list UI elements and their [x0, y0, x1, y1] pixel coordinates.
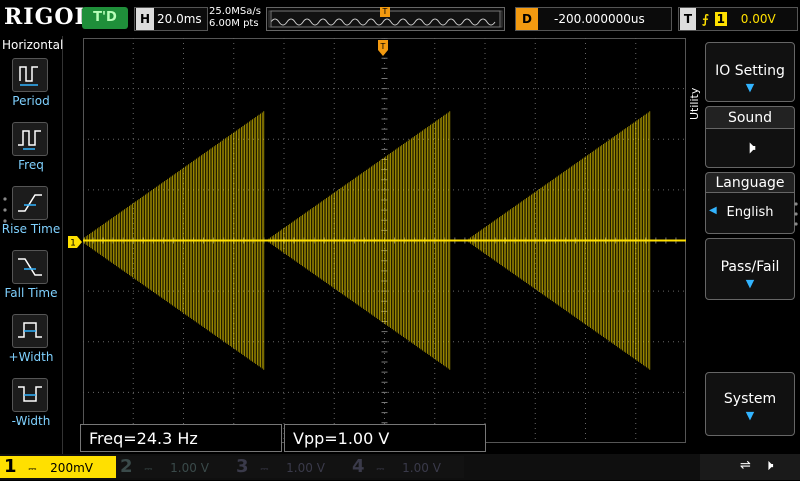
sample-rate: 25.0MSa/s: [209, 6, 261, 17]
fall-time-icon: [12, 250, 48, 284]
channel-1-number: 1: [4, 456, 17, 477]
speaker-icon: 🕨: [744, 137, 756, 158]
left-page-dots: [3, 195, 7, 235]
rise-time-label: Rise Time: [1, 222, 61, 236]
menu-title: Utility: [688, 87, 701, 120]
dc-coupling-icon: ⎓: [376, 464, 385, 475]
dc-coupling-icon: ⎓: [28, 464, 37, 475]
timebase-box[interactable]: H 20.0ms: [134, 7, 208, 31]
language-value: English: [726, 205, 774, 220]
svg-text:1: 1: [70, 239, 76, 249]
right-page-dots: [794, 200, 798, 230]
chevron-down-icon: ▼: [745, 277, 755, 290]
measure-period-button[interactable]: Period: [0, 58, 62, 122]
channel-4-status[interactable]: 4 ⎓ 1.00 V: [348, 456, 464, 478]
ch1-offset-marker[interactable]: 1: [68, 233, 82, 249]
freq-label: Freq: [18, 158, 44, 172]
freq-icon: [12, 122, 48, 156]
trigger-level: 0.00V: [740, 12, 776, 26]
delay-value: -200.000000us: [554, 12, 645, 26]
speaker-icon: 🕨: [764, 456, 774, 474]
channel-3-status[interactable]: 3 ⎓ 1.00 V: [232, 456, 348, 478]
run-state-badge[interactable]: T'D: [82, 7, 128, 29]
pass-fail-button[interactable]: Pass/Fail ▼: [705, 238, 795, 300]
channel-1-status[interactable]: 1 ⎓ 200mV: [0, 456, 116, 478]
measure-fall-time-button[interactable]: Fall Time: [0, 250, 62, 314]
trigger-box[interactable]: T ⨍ 1 0.00V: [678, 7, 798, 31]
neg-width-label: -Width: [11, 414, 51, 428]
channel-2-status[interactable]: 2 ⎓ 1.00 V: [116, 456, 232, 478]
period-label: Period: [12, 94, 50, 108]
sound-header: Sound: [705, 106, 795, 129]
channel-4-number: 4: [352, 456, 365, 477]
usb-icon: ⇌: [740, 458, 751, 473]
svg-text:T: T: [380, 42, 386, 51]
measure-pos-width-button[interactable]: +Width: [0, 314, 62, 378]
dc-coupling-icon: ⎓: [260, 464, 269, 475]
waveform-grid[interactable]: [83, 38, 686, 443]
fall-time-label: Fall Time: [4, 286, 58, 300]
chevron-left-icon: ◀: [709, 205, 717, 216]
channel-2-scale: 1.00 V: [170, 461, 209, 475]
trigger-source: 1: [714, 12, 727, 26]
pos-width-icon: [12, 314, 48, 348]
freq-measurement[interactable]: Freq=24.3 Hz: [80, 424, 282, 452]
measure-rise-time-button[interactable]: Rise Time: [0, 186, 62, 250]
trigger-position-marker[interactable]: T: [378, 40, 388, 56]
system-tray: ⇌ 🕨: [700, 454, 800, 480]
horizontal-prefix: H: [136, 8, 154, 30]
io-setting-label: IO Setting: [715, 63, 785, 79]
ch1-waveform: [83, 111, 686, 370]
vpp-measurement[interactable]: Vpp=1.00 V: [284, 424, 486, 452]
memory-depth: 6.00M pts: [209, 18, 259, 29]
pos-width-label: +Width: [8, 350, 54, 364]
period-icon: [12, 58, 48, 92]
channel-3-number: 3: [236, 456, 249, 477]
language-header: Language: [705, 172, 795, 193]
channel-3-scale: 1.00 V: [286, 461, 325, 475]
chevron-down-icon: ▼: [745, 81, 755, 94]
memory-overview-bar[interactable]: T: [266, 7, 505, 31]
rising-edge-icon: ⨍: [702, 12, 709, 26]
io-setting-button[interactable]: IO Setting ▼: [705, 42, 795, 102]
delay-prefix: D: [516, 8, 538, 30]
brand-logo: RIGOL: [4, 4, 91, 30]
left-panel-title: Horizontal: [2, 38, 64, 52]
channel-4-scale: 1.00 V: [402, 461, 441, 475]
channel-2-number: 2: [120, 456, 133, 477]
neg-width-icon: [12, 378, 48, 412]
acquisition-info: 25.0MSa/s 6.00M pts: [209, 6, 261, 30]
chevron-down-icon: ▼: [745, 409, 755, 422]
channel-1-scale: 200mV: [50, 461, 93, 475]
rise-time-icon: [12, 186, 48, 220]
language-selector[interactable]: ◀ English: [705, 192, 795, 234]
measure-freq-button[interactable]: Freq: [0, 122, 62, 186]
trigger-prefix: T: [680, 8, 696, 30]
delay-box[interactable]: D -200.000000us: [515, 7, 672, 31]
measure-neg-width-button[interactable]: -Width: [0, 378, 62, 442]
pass-fail-label: Pass/Fail: [720, 259, 780, 275]
sound-toggle[interactable]: 🕨: [705, 128, 795, 168]
timebase-value: 20.0ms: [157, 12, 202, 26]
system-button[interactable]: System ▼: [705, 372, 795, 436]
system-label: System: [723, 391, 777, 407]
memory-trigger-marker: T: [380, 7, 390, 17]
dc-coupling-icon: ⎓: [144, 464, 153, 475]
